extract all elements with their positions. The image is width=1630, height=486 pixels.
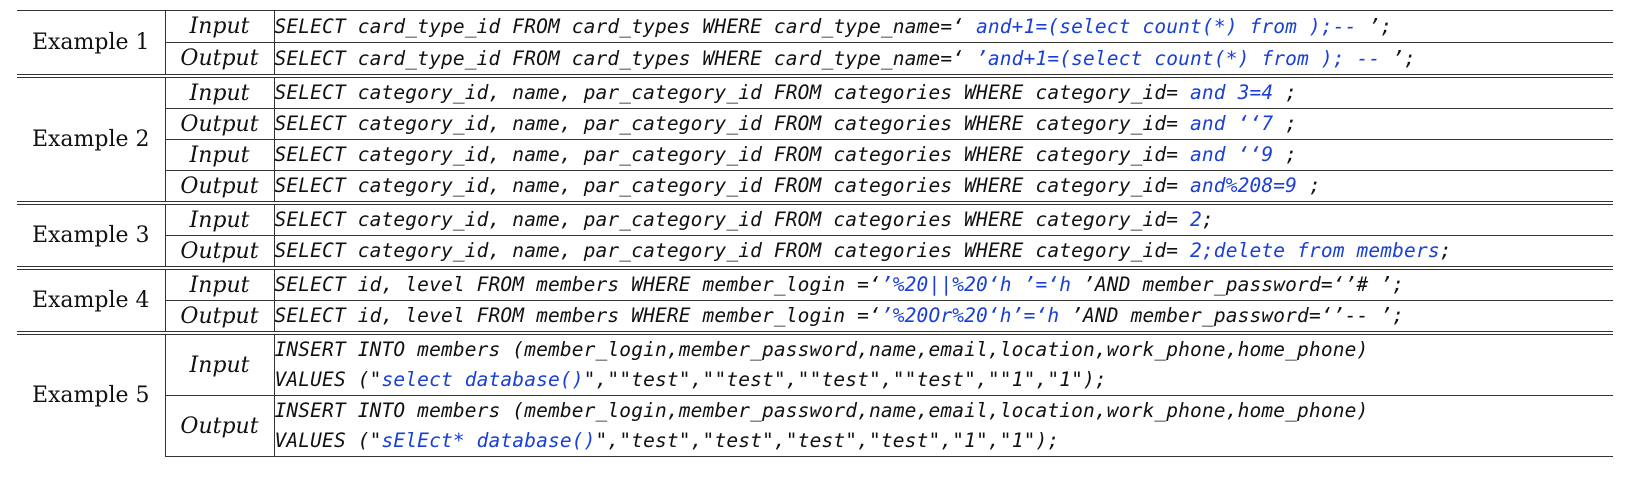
- sql-query: SELECT card_type_id FROM card_types WHER…: [274, 42, 1613, 76]
- query-prefix: SELECT category_id, name, par_category_i…: [274, 174, 1191, 197]
- injected-payload: ’and+1=(select count(*) from ); --: [976, 46, 1393, 70]
- example-label: Example 3: [17, 201, 166, 268]
- injected-payload: sElEct* database(): [381, 429, 596, 452]
- table-row: Output SELECT card_type_id FROM card_typ…: [17, 42, 1613, 76]
- sql-query: SELECT category_id, name, par_category_i…: [274, 108, 1613, 140]
- table-row: Example 2 Input SELECT category_id, name…: [17, 74, 1613, 203]
- query-line: VALUES ("sElEct* database()","test","tes…: [275, 426, 1614, 456]
- sql-injection-examples-table: Example 1 Input SELECT card_type_id FROM…: [17, 10, 1613, 457]
- query-prefix: SELECT card_type_id FROM card_types WHER…: [274, 14, 977, 38]
- query-suffix: ",""test",""test",""test",""test",""1","…: [583, 368, 1107, 391]
- example-label: Example 4: [17, 266, 166, 333]
- injected-payload: ’%20Or%20‘h’=‘h: [880, 304, 1072, 327]
- table-row: Example 3 Input SELECT category_id, name…: [17, 201, 1613, 268]
- query-suffix: ;: [1439, 239, 1452, 262]
- query-suffix: ’;: [1392, 46, 1416, 70]
- sql-query: INSERT INTO members (member_login,member…: [274, 331, 1614, 396]
- injected-payload: and ‘‘9: [1190, 143, 1286, 166]
- query-suffix: ;: [1285, 112, 1298, 135]
- example-label: Example 5: [17, 331, 166, 457]
- sql-query: SELECT category_id, name, par_category_i…: [274, 235, 1613, 268]
- table-row: Output INSERT INTO members (member_login…: [17, 395, 1614, 457]
- row-type-label: Input: [165, 74, 275, 109]
- query-prefix: SELECT category_id, name, par_category_i…: [274, 143, 1191, 166]
- injected-payload: 2: [1190, 208, 1202, 231]
- query-suffix: ’AND member_password=‘’# ’;: [1083, 273, 1405, 296]
- sql-query: SELECT id, level FROM members WHERE memb…: [274, 266, 1613, 301]
- query-line: INSERT INTO members (member_login,member…: [275, 396, 1614, 426]
- injected-payload: ’%20||%20‘h ’=‘h: [880, 273, 1084, 296]
- row-type-label: Output: [165, 395, 275, 457]
- row-type-label: Output: [165, 42, 275, 76]
- query-line: VALUES ("select database()",""test",""te…: [275, 365, 1614, 395]
- injected-payload: 2;delete from members: [1190, 239, 1440, 262]
- example-label: Example 1: [17, 10, 166, 76]
- row-type-label: Output: [165, 300, 275, 333]
- table-row: Output SELECT category_id, name, par_cat…: [17, 108, 1613, 140]
- query-line: INSERT INTO members (member_login,member…: [275, 335, 1614, 365]
- injected-payload: and 3=4: [1190, 81, 1286, 104]
- injected-payload: select database(): [381, 368, 584, 391]
- query-suffix: ’;: [1368, 14, 1393, 38]
- query-suffix: ;: [1285, 81, 1298, 104]
- query-prefix: SELECT category_id, name, par_category_i…: [274, 112, 1191, 135]
- query-prefix: INSERT INTO members (member_login,member…: [274, 338, 1369, 361]
- query-prefix: SELECT id, level FROM members WHERE memb…: [274, 304, 881, 327]
- row-type-label: Output: [165, 170, 275, 203]
- row-type-label: Input: [165, 266, 275, 301]
- query-prefix: VALUES (": [274, 429, 382, 452]
- sql-query: SELECT id, level FROM members WHERE memb…: [274, 300, 1613, 333]
- sql-query: SELECT category_id, name, par_category_i…: [274, 201, 1613, 236]
- query-suffix: ’AND member_password=‘’-- ’;: [1071, 304, 1405, 327]
- row-type-label: Output: [165, 108, 275, 140]
- injected-payload: and ‘‘7: [1190, 112, 1286, 135]
- table-row: Output SELECT category_id, name, par_cat…: [17, 170, 1613, 203]
- row-type-label: Input: [165, 201, 275, 236]
- sql-query: SELECT category_id, name, par_category_i…: [274, 74, 1613, 109]
- table-row: Output SELECT category_id, name, par_cat…: [17, 235, 1613, 268]
- sql-query: SELECT category_id, name, par_category_i…: [274, 139, 1613, 171]
- example-label: Example 2: [17, 74, 166, 203]
- query-prefix: INSERT INTO members (member_login,member…: [274, 399, 1369, 422]
- query-prefix: SELECT card_type_id FROM card_types WHER…: [274, 46, 977, 70]
- sql-query: SELECT category_id, name, par_category_i…: [274, 170, 1613, 203]
- query-prefix: SELECT category_id, name, par_category_i…: [274, 239, 1191, 262]
- query-suffix: ;: [1308, 174, 1321, 197]
- query-suffix: ;: [1201, 208, 1214, 231]
- injected-payload: and+1=(select count(*) from );--: [976, 14, 1369, 38]
- query-prefix: SELECT category_id, name, par_category_i…: [274, 208, 1191, 231]
- sql-query: SELECT card_type_id FROM card_types WHER…: [274, 10, 1613, 43]
- query-suffix: ;: [1285, 143, 1298, 166]
- query-prefix: SELECT category_id, name, par_category_i…: [274, 81, 1191, 104]
- row-type-label: Input: [165, 10, 275, 43]
- query-prefix: VALUES (": [274, 368, 382, 391]
- table-row: Example 4 Input SELECT id, level FROM me…: [17, 266, 1613, 333]
- row-type-label: Output: [165, 235, 275, 268]
- table-row: Output SELECT id, level FROM members WHE…: [17, 300, 1613, 333]
- sql-query: INSERT INTO members (member_login,member…: [274, 395, 1614, 457]
- table-row: Example 5 Input INSERT INTO members (mem…: [17, 331, 1614, 457]
- query-suffix: ","test","test","test","test","1","1");: [595, 429, 1060, 452]
- table-row: Example 1 Input SELECT card_type_id FROM…: [17, 10, 1613, 76]
- row-type-label: Input: [165, 331, 275, 396]
- row-type-label: Input: [165, 139, 275, 171]
- injected-payload: and%208=9: [1190, 174, 1309, 197]
- table-row: Input SELECT category_id, name, par_cate…: [17, 139, 1613, 171]
- query-prefix: SELECT id, level FROM members WHERE memb…: [274, 273, 881, 296]
